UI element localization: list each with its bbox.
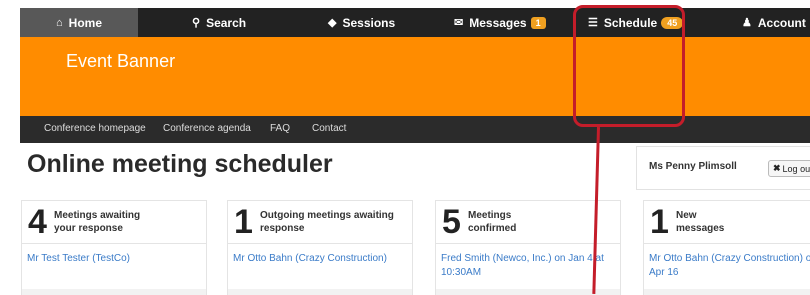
card-label-line1: Meetings: [468, 210, 512, 221]
nav-home[interactable]: ⌂ Home: [20, 8, 138, 37]
tag-icon: ◆: [328, 17, 337, 29]
card-count: 1: [650, 203, 669, 241]
card-meetings-awaiting-response: 4 Meetings awaiting your response Mr Tes…: [21, 200, 207, 295]
card-footer: [228, 289, 412, 295]
card-message-link-line1: Mr Otto Bahn (Crazy Construction) o: [649, 253, 810, 264]
card-meeting-link[interactable]: Mr Otto Bahn (Crazy Construction): [233, 252, 387, 266]
card-label: Meetings confirmed: [468, 209, 516, 235]
card-message-link[interactable]: Mr Otto Bahn (Crazy Construction) o Apr …: [649, 252, 810, 280]
subnav-faq[interactable]: FAQ: [270, 123, 290, 134]
sub-navbar: Conference homepage Conference agenda FA…: [20, 116, 810, 143]
card-header: 1 New messages: [644, 201, 810, 244]
user-panel: Ms Penny Plimsoll ✖ Log out: [636, 146, 810, 190]
card-meeting-link-line2: 10:30AM: [441, 267, 482, 278]
envelope-icon: ✉: [454, 17, 464, 29]
card-new-messages: 1 New messages Mr Otto Bahn (Crazy Const…: [643, 200, 810, 295]
nav-sessions-label: Sessions: [342, 15, 396, 30]
card-count: 4: [28, 203, 47, 241]
user-name: Ms Penny Plimsoll: [649, 161, 737, 172]
nav-home-label: Home: [68, 15, 102, 30]
nav-messages-label: Messages: [469, 15, 527, 30]
card-label-line2: confirmed: [468, 223, 517, 234]
page-title: Online meeting scheduler: [27, 150, 333, 178]
event-banner: Event Banner: [20, 37, 810, 116]
card-footer: [644, 289, 810, 295]
card-meeting-link[interactable]: Mr Test Tester (TestCo): [27, 252, 130, 266]
logout-label: Log out: [782, 163, 810, 174]
card-meeting-link[interactable]: Fred Smith (Newco, Inc.) on Jan 4 at 10:…: [441, 252, 604, 280]
card-footer: [22, 289, 206, 295]
card-header: 1 Outgoing meetings awaiting response: [228, 201, 412, 244]
card-label-line2: response: [260, 223, 305, 234]
messages-badge: 1: [530, 16, 546, 29]
nav-search[interactable]: ⚲ Search: [192, 8, 246, 37]
user-icon: ♟: [742, 17, 752, 29]
card-label-line2: your response: [54, 223, 123, 234]
nav-messages[interactable]: ✉ Messages 1: [454, 8, 546, 37]
subnav-conference-agenda[interactable]: Conference agenda: [163, 123, 251, 134]
nav-search-label: Search: [206, 15, 247, 30]
card-label-line2: messages: [676, 223, 725, 234]
card-label-line1: Meetings awaiting: [54, 210, 141, 221]
close-icon: ✖: [773, 163, 781, 173]
card-header: 5 Meetings confirmed: [436, 201, 620, 244]
annotation-highlight-box: [573, 5, 685, 127]
card-outgoing-meetings: 1 Outgoing meetings awaiting response Mr…: [227, 200, 413, 295]
card-label: New messages: [676, 209, 724, 235]
card-label: Meetings awaiting your response: [54, 209, 140, 235]
card-meeting-link-line1: Fred Smith (Newco, Inc.) on Jan 4 at: [441, 253, 604, 264]
card-message-link-line2: Apr 16: [649, 267, 679, 278]
nav-sessions[interactable]: ◆ Sessions: [328, 8, 395, 37]
logout-button[interactable]: ✖ Log out: [768, 160, 810, 177]
card-label: Outgoing meetings awaiting response: [260, 209, 394, 235]
banner-title: Event Banner: [66, 51, 176, 71]
card-count: 5: [442, 203, 461, 241]
card-header: 4 Meetings awaiting your response: [22, 201, 206, 244]
nav-account[interactable]: ♟ Account: [742, 8, 806, 37]
top-navbar: ⌂ Home ⚲ Search ◆ Sessions ✉ Messages 1 …: [20, 8, 810, 37]
home-icon: ⌂: [56, 16, 63, 29]
card-count: 1: [234, 203, 253, 241]
card-label-line1: Outgoing meetings awaiting: [260, 210, 394, 221]
nav-account-label: Account: [757, 15, 806, 30]
subnav-contact[interactable]: Contact: [312, 123, 346, 134]
subnav-conference-homepage[interactable]: Conference homepage: [44, 123, 146, 134]
search-icon: ⚲: [192, 17, 201, 29]
card-label-line1: New: [676, 210, 697, 221]
